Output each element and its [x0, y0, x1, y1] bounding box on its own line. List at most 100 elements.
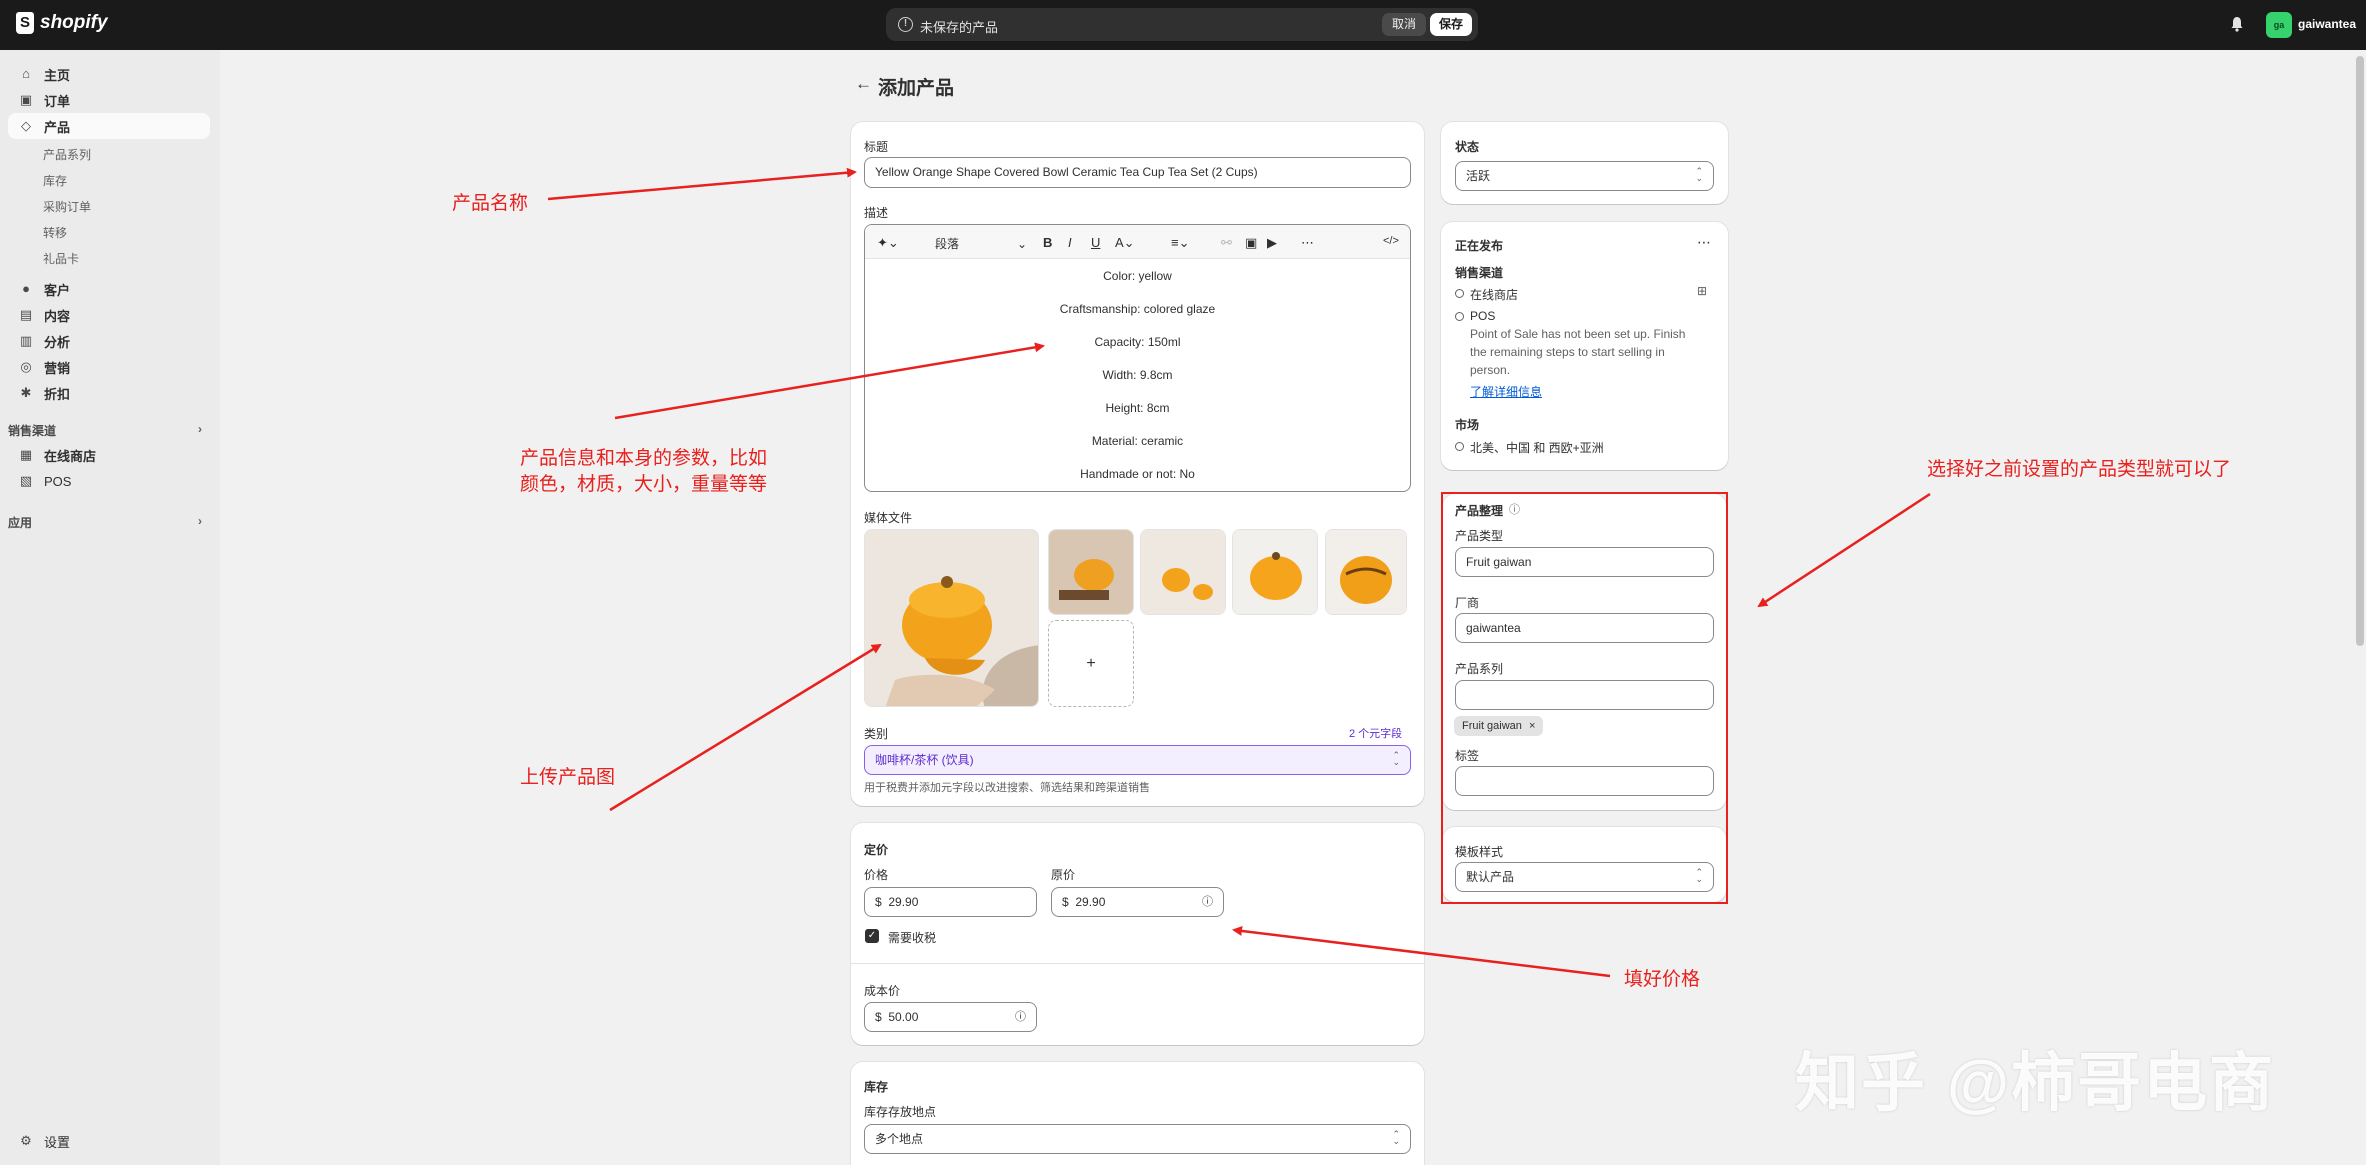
- sidebar-item-content[interactable]: ▤ 内容: [8, 302, 210, 328]
- pos-note: Point of Sale has not been set up. Finis…: [1470, 327, 1686, 341]
- description-line: Height: 8cm: [1105, 401, 1170, 415]
- media-thumbnail[interactable]: [1140, 529, 1226, 615]
- sidebar-item-pos[interactable]: ▧ POS: [8, 468, 210, 494]
- sidebar-subitem-collections[interactable]: 产品系列: [43, 146, 91, 163]
- media-thumbnail[interactable]: [1048, 529, 1134, 615]
- compare-at-price-field[interactable]: $ 29.90 ⓘ: [1051, 887, 1224, 917]
- status-select[interactable]: 活跃 ⌃ ⌄: [1455, 161, 1714, 191]
- title-field[interactable]: Yellow Orange Shape Covered Bowl Ceramic…: [864, 157, 1411, 188]
- media-thumbnail[interactable]: [1232, 529, 1318, 615]
- add-media-button[interactable]: +: [1048, 620, 1134, 707]
- location-select[interactable]: 多个地点 ⌃ ⌄: [864, 1124, 1411, 1154]
- link-icon[interactable]: ⚯: [1221, 235, 1232, 251]
- inventory-heading: 库存: [864, 1080, 889, 1094]
- sidebar-item-discounts[interactable]: ✱ 折扣: [8, 380, 210, 406]
- bell-icon[interactable]: [2230, 16, 2244, 32]
- description-line: Capacity: 150ml: [1094, 335, 1181, 349]
- back-arrow-icon[interactable]: ←: [855, 74, 872, 94]
- help-icon[interactable]: ⓘ: [1202, 888, 1213, 916]
- sidebar-item-label: 折扣: [44, 386, 71, 402]
- annotation-upload-images: 上传产品图: [520, 767, 616, 788]
- watermark: 知乎 @柿哥电商: [1795, 1047, 2276, 1119]
- cost-field[interactable]: $ 50.00 ⓘ: [864, 1002, 1037, 1032]
- sidebar-item-label: 营销: [44, 360, 71, 376]
- category-label: 类别: [864, 727, 889, 741]
- editor-toolbar: ✦⌄ 段落 ⌄ B I U A⌄ ≡⌄ ⚯ ▣ ▶ ⋯ </>: [865, 225, 1410, 259]
- sidebar-item-label: 订单: [44, 93, 71, 109]
- sidebar-item-label: 设置: [44, 1134, 71, 1150]
- sidebar-item-orders[interactable]: ▣ 订单: [8, 87, 210, 113]
- shopify-logo[interactable]: shopify: [16, 12, 108, 34]
- save-button[interactable]: 保存: [1430, 13, 1472, 36]
- annotation-choose-type: 选择好之前设置的产品类型就可以了: [1927, 459, 2232, 480]
- sidebar-subitem-inventory[interactable]: 库存: [43, 172, 67, 189]
- cost-label: 成本价: [864, 984, 901, 998]
- chart-icon: ▥: [19, 333, 33, 348]
- media-main-image[interactable]: [864, 529, 1039, 707]
- paragraph-select[interactable]: 段落 ⌄: [935, 235, 1027, 252]
- sidebar-item-analytics[interactable]: ▥ 分析: [8, 328, 210, 354]
- sidebar-item-home[interactable]: ⌂ 主页: [8, 61, 210, 87]
- apps-section[interactable]: 应用 ›: [8, 514, 210, 531]
- media-thumbnail[interactable]: [1325, 529, 1407, 615]
- sidebar-item-customers[interactable]: ● 客户: [8, 276, 210, 302]
- calendar-icon[interactable]: ⊞: [1697, 284, 1707, 298]
- publishing-heading: 正在发布: [1455, 239, 1504, 253]
- price-field[interactable]: $ 29.90: [864, 887, 1037, 917]
- sidebar-item-label: 分析: [44, 334, 71, 350]
- annotation-fill-price: 填好价格: [1624, 969, 1701, 990]
- pos-icon: ▧: [19, 473, 33, 488]
- annotation-product-info: 产品信息和本身的参数，比如: [520, 448, 768, 469]
- product-photo: [1141, 530, 1225, 614]
- sidebar-item-online-store[interactable]: ▦ 在线商店: [8, 442, 210, 468]
- page-title: 添加产品: [878, 73, 954, 100]
- learn-more-link[interactable]: 了解详细信息: [1470, 383, 1542, 400]
- select-arrows-icon: ⌃ ⌄: [1392, 750, 1400, 767]
- help-icon[interactable]: ⓘ: [1015, 1003, 1026, 1031]
- sidebar-item-settings[interactable]: ⚙ 设置: [8, 1128, 210, 1154]
- media-label: 媒体文件: [864, 511, 913, 525]
- gear-icon: ⚙: [20, 1133, 32, 1148]
- underline-icon[interactable]: U: [1091, 235, 1100, 250]
- italic-icon[interactable]: I: [1068, 235, 1072, 250]
- sidebar-item-label: 产品: [44, 119, 71, 135]
- page-scrollbar[interactable]: [2356, 56, 2364, 646]
- code-icon[interactable]: </>: [1383, 235, 1399, 247]
- product-photo: [865, 530, 1038, 706]
- sidebar-subitem-purchase-orders[interactable]: 采购订单: [43, 198, 91, 215]
- description-line: Width: 9.8cm: [1102, 368, 1173, 382]
- category-metafields-badge[interactable]: 2 个元字段: [1349, 725, 1402, 741]
- text-color-icon[interactable]: A⌄: [1115, 235, 1135, 251]
- logo-text: shopify: [40, 12, 108, 33]
- category-select[interactable]: 咖啡杯/茶杯 (饮具) ⌃ ⌄: [864, 745, 1411, 775]
- avatar[interactable]: ga: [2266, 12, 2292, 38]
- video-icon[interactable]: ▶: [1267, 235, 1277, 251]
- compare-at-price-label: 原价: [1051, 868, 1076, 882]
- more-icon[interactable]: ⋯: [1301, 235, 1314, 251]
- sales-channels-section[interactable]: 销售渠道 ›: [8, 422, 210, 439]
- description-line: Material: ceramic: [1091, 434, 1184, 448]
- sidebar-subitem-transfers[interactable]: 转移: [43, 224, 67, 241]
- more-icon[interactable]: ⋯: [1697, 234, 1711, 251]
- location-value: 多个地点: [875, 1132, 924, 1146]
- category-help: 用于税费并添加元字段以改进搜索、筛选结果和跨渠道销售: [864, 782, 1150, 794]
- magic-icon[interactable]: ✦⌄: [877, 235, 899, 251]
- market-dot: [1455, 442, 1464, 451]
- image-icon: ▤: [19, 307, 33, 322]
- sidebar-item-marketing[interactable]: ◎ 营销: [8, 354, 210, 380]
- tax-checkbox[interactable]: ✓: [865, 929, 879, 943]
- sidebar-item-label: 在线商店: [44, 448, 97, 464]
- sidebar-item-products[interactable]: ◇ 产品: [8, 113, 210, 139]
- align-icon[interactable]: ≡⌄: [1171, 235, 1189, 251]
- location-label: 库存存放地点: [864, 1105, 937, 1119]
- image-insert-icon[interactable]: ▣: [1245, 235, 1257, 251]
- sidebar-item-label: 主页: [44, 67, 71, 83]
- description-editor[interactable]: ✦⌄ 段落 ⌄ B I U A⌄ ≡⌄ ⚯ ▣ ▶ ⋯ </> Color: ye…: [864, 224, 1411, 492]
- title-label: 标题: [864, 140, 889, 154]
- store-icon: ▦: [19, 447, 33, 462]
- cancel-button[interactable]: 取消: [1382, 13, 1426, 36]
- store-name[interactable]: gaiwantea: [2298, 17, 2356, 31]
- bold-icon[interactable]: B: [1043, 235, 1052, 250]
- sidebar-subitem-gift-cards[interactable]: 礼品卡: [43, 250, 79, 267]
- markets-heading: 市场: [1455, 418, 1480, 432]
